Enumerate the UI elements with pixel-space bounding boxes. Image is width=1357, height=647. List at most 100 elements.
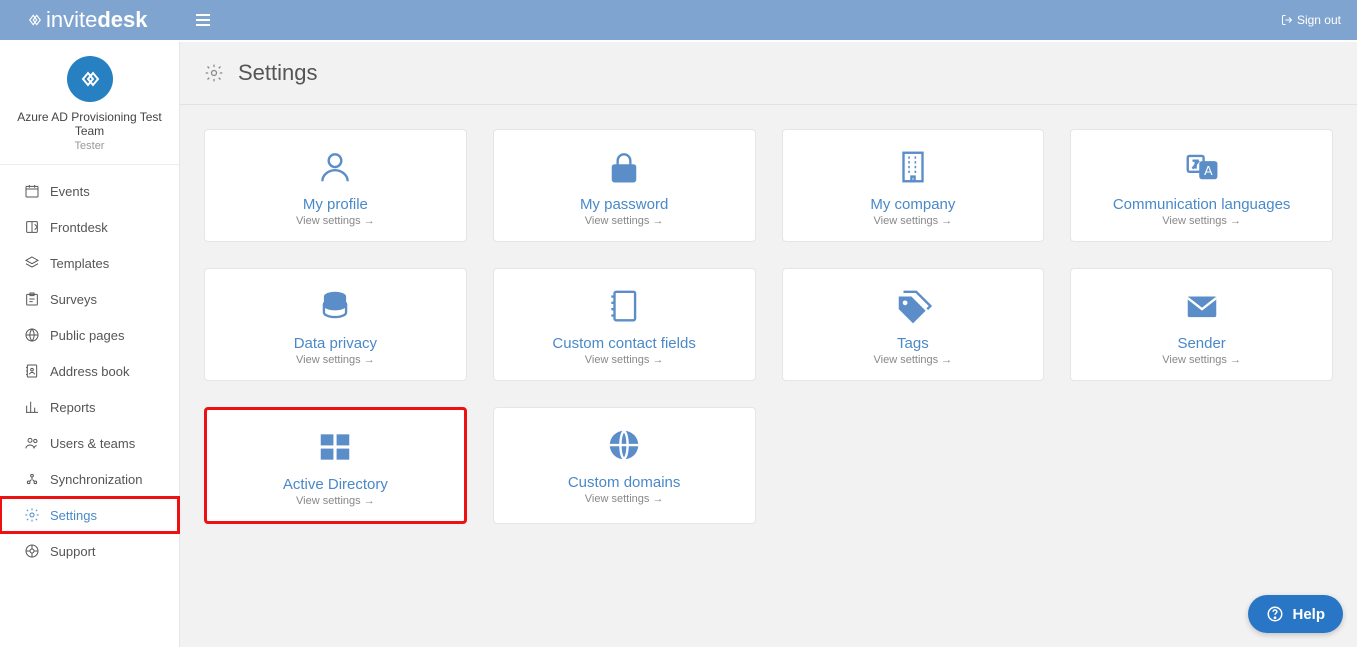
card-title: Tags <box>897 335 929 352</box>
card-sub: View settings → <box>585 354 664 366</box>
sidebar-item-label: Address book <box>50 364 130 379</box>
brand-name-bold: desk <box>97 7 147 33</box>
sidebar-item-users-teams[interactable]: Users & teams <box>0 425 179 461</box>
tags-icon <box>894 283 932 329</box>
card-sender[interactable]: Sender View settings → <box>1070 268 1333 381</box>
sidebar-item-surveys[interactable]: Surveys <box>0 281 179 317</box>
card-communication-languages[interactable]: A Communication languages View settings … <box>1070 129 1333 242</box>
globe-solid-icon <box>605 422 643 468</box>
language-icon: A <box>1183 144 1221 190</box>
card-sub: View settings → <box>874 215 953 227</box>
svg-text:A: A <box>1204 164 1213 178</box>
lock-icon <box>605 144 643 190</box>
card-title: Custom contact fields <box>552 335 695 352</box>
reports-icon <box>24 399 40 415</box>
building-icon <box>894 144 932 190</box>
card-title: Communication languages <box>1113 196 1291 213</box>
sidebar-item-address-book[interactable]: Address book <box>0 353 179 389</box>
support-icon <box>24 543 40 559</box>
gear-icon <box>24 507 40 523</box>
card-sub: View settings → <box>874 354 953 366</box>
card-sub: View settings → <box>296 354 375 366</box>
page-header: Settings <box>180 42 1357 105</box>
brand-logo-icon <box>28 13 42 27</box>
sidebar-item-label: Synchronization <box>50 472 143 487</box>
templates-icon <box>24 255 40 271</box>
card-title: My profile <box>303 196 368 213</box>
topbar-left: invitedesk <box>0 7 210 33</box>
card-custom-domains[interactable]: Custom domains View settings → <box>493 407 756 524</box>
card-active-directory[interactable]: Active Directory View settings → <box>204 407 467 524</box>
org-block: Azure AD Provisioning Test Team Tester <box>0 42 179 165</box>
card-my-company[interactable]: My company View settings → <box>782 129 1045 242</box>
frontdesk-icon <box>24 219 40 235</box>
sidebar-item-public-pages[interactable]: Public pages <box>0 317 179 353</box>
sidebar-item-frontdesk[interactable]: Frontdesk <box>0 209 179 245</box>
card-sub: View settings → <box>1162 215 1241 227</box>
org-name: Azure AD Provisioning Test Team <box>6 110 173 138</box>
card-sub: View settings → <box>296 215 375 227</box>
org-avatar-icon <box>78 67 102 91</box>
sidebar-item-settings[interactable]: Settings <box>0 497 179 533</box>
signout-button[interactable]: Sign out <box>1281 13 1341 27</box>
sync-icon <box>24 471 40 487</box>
org-avatar <box>67 56 113 102</box>
help-icon <box>1266 605 1284 623</box>
sidebar-item-synchronization[interactable]: Synchronization <box>0 461 179 497</box>
signout-label: Sign out <box>1297 13 1341 27</box>
calendar-icon <box>24 183 40 199</box>
menu-toggle-button[interactable] <box>196 14 210 26</box>
card-my-profile[interactable]: My profile View settings → <box>204 129 467 242</box>
settings-grid: My profile View settings → My password V… <box>180 105 1357 548</box>
org-role: Tester <box>6 140 173 152</box>
envelope-icon <box>1183 283 1221 329</box>
signout-icon <box>1281 14 1293 26</box>
sidebar-item-label: Public pages <box>50 328 124 343</box>
page-title: Settings <box>238 60 318 86</box>
main-content: Settings My profile View settings → My p… <box>180 42 1357 647</box>
card-title: My password <box>580 196 668 213</box>
card-sub: View settings → <box>296 495 375 507</box>
help-button[interactable]: Help <box>1248 595 1343 633</box>
surveys-icon <box>24 291 40 307</box>
sidebar: Azure AD Provisioning Test Team Tester E… <box>0 42 180 647</box>
sidebar-item-label: Reports <box>50 400 96 415</box>
profile-icon <box>316 144 354 190</box>
card-title: Active Directory <box>283 476 388 493</box>
card-tags[interactable]: Tags View settings → <box>782 268 1045 381</box>
sidebar-item-label: Settings <box>50 508 97 523</box>
brand-name-light: invite <box>46 7 97 33</box>
layout: Azure AD Provisioning Test Team Tester E… <box>0 0 1357 647</box>
users-icon <box>24 435 40 451</box>
card-title: Sender <box>1177 335 1225 352</box>
globe-icon <box>24 327 40 343</box>
help-label: Help <box>1292 606 1325 623</box>
notebook-icon <box>605 283 643 329</box>
gear-icon <box>204 63 224 83</box>
card-title: Data privacy <box>294 335 377 352</box>
sidebar-item-label: Events <box>50 184 90 199</box>
windows-icon <box>316 424 354 470</box>
card-custom-contact-fields[interactable]: Custom contact fields View settings → <box>493 268 756 381</box>
card-title: My company <box>870 196 955 213</box>
card-data-privacy[interactable]: Data privacy View settings → <box>204 268 467 381</box>
sidebar-item-label: Support <box>50 544 96 559</box>
card-title: Custom domains <box>568 474 681 491</box>
sidebar-item-label: Templates <box>50 256 109 271</box>
card-my-password[interactable]: My password View settings → <box>493 129 756 242</box>
sidebar-item-label: Surveys <box>50 292 97 307</box>
sidebar-nav: Events Frontdesk Templates Surveys Publi… <box>0 165 179 569</box>
card-sub: View settings → <box>585 215 664 227</box>
card-sub: View settings → <box>1162 354 1241 366</box>
sidebar-item-reports[interactable]: Reports <box>0 389 179 425</box>
sidebar-item-templates[interactable]: Templates <box>0 245 179 281</box>
brand-logo[interactable]: invitedesk <box>0 7 180 33</box>
sidebar-item-label: Users & teams <box>50 436 135 451</box>
address-book-icon <box>24 363 40 379</box>
card-sub: View settings → <box>585 493 664 505</box>
database-icon <box>316 283 354 329</box>
sidebar-item-support[interactable]: Support <box>0 533 179 569</box>
topbar: invitedesk Sign out <box>0 0 1357 40</box>
sidebar-item-events[interactable]: Events <box>0 173 179 209</box>
sidebar-item-label: Frontdesk <box>50 220 108 235</box>
